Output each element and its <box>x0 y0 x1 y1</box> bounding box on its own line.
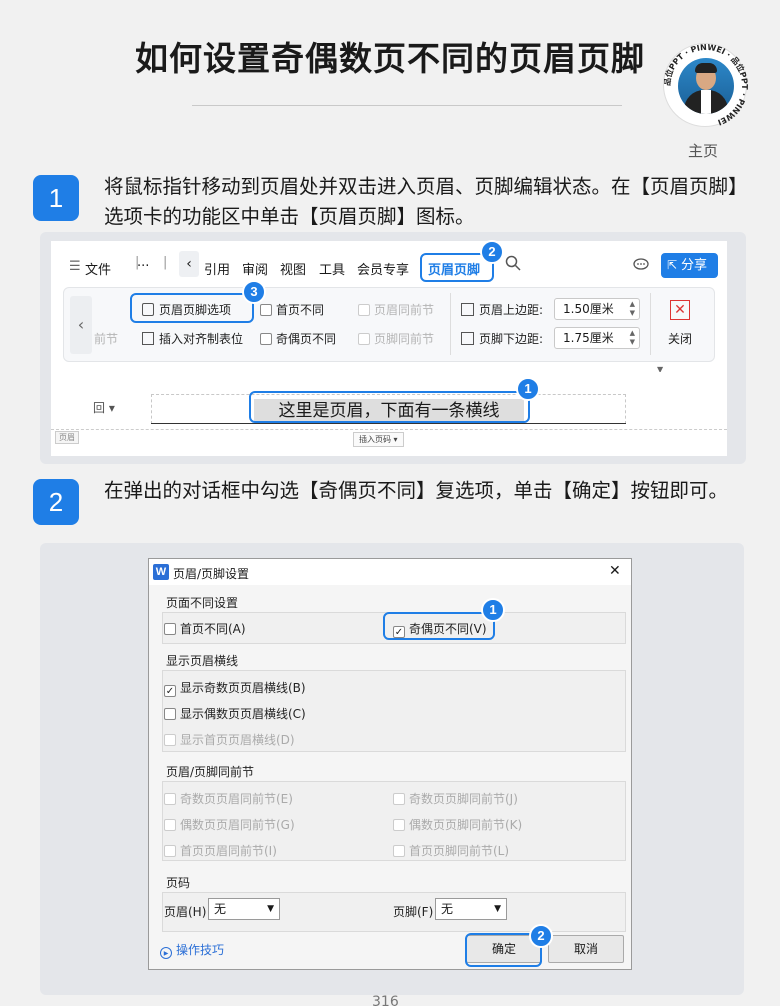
header-top-margin-label: 页眉上边距: <box>461 301 543 318</box>
cloud-icon[interactable] <box>633 257 649 275</box>
avatar[interactable]: 品位PPT · PINWEI · 品位PPT · PINWEI <box>663 43 748 127</box>
cancel-button[interactable]: 取消 <box>548 935 624 963</box>
footer-bottom-margin-label: 页脚下边距: <box>461 330 543 347</box>
more-icon[interactable]: ··· <box>137 259 149 274</box>
highlight-options-button <box>130 293 254 323</box>
header-line <box>151 423 626 424</box>
callout-2b: 2 <box>529 924 553 948</box>
even-header-same-checkbox[interactable]: 偶数页页眉同前节(G) <box>164 816 295 833</box>
tab-file[interactable]: 文件 <box>85 259 111 278</box>
home-link[interactable]: 主页 <box>688 140 718 161</box>
share-icon: ⇱ <box>667 258 678 272</box>
footer-margin-icon <box>461 332 474 345</box>
tab-scroll-left-icon[interactable]: ‹ <box>179 251 199 277</box>
title-divider <box>192 105 622 106</box>
menu-icon[interactable]: ☰ <box>69 259 81 274</box>
close-header-footer-icon[interactable]: ✕ <box>670 300 690 320</box>
tab-tools[interactable]: 工具 <box>319 259 345 278</box>
dialog-titlebar: W 页眉/页脚设置 ✕ <box>149 559 631 585</box>
close-header-footer-button[interactable]: 关闭 <box>668 330 692 347</box>
footer-pageno-select[interactable]: 无 <box>435 898 507 920</box>
first-footer-same-checkbox[interactable]: 首页页脚同前节(L) <box>393 842 509 859</box>
show-odd-line-checkbox[interactable]: 显示奇数页页眉横线(B) <box>164 679 306 697</box>
callout-1: 1 <box>516 377 540 401</box>
dialog-title: 页眉/页脚设置 <box>173 567 250 581</box>
header-margin-icon <box>461 303 474 316</box>
odd-even-diff-checkbox[interactable]: 奇偶页不同 <box>260 330 336 347</box>
tab-bar: ☰ 文件 | ··· | ‹ 引用 审阅 视图 工具 会员专享 页眉页脚 ⇱ 分… <box>51 241 727 289</box>
highlight-odd-even-checkbox <box>383 612 495 640</box>
tab-member[interactable]: 会员专享 <box>357 259 409 278</box>
step-2-text: 在弹出的对话框中勾选【奇偶页不同】复选项，单击【确定】按钮即可。 <box>104 479 729 502</box>
odd-footer-same-checkbox[interactable]: 奇数页页脚同前节(J) <box>393 790 518 807</box>
first-page-diff-checkbox[interactable]: 首页不同 <box>260 301 324 318</box>
wps-logo-icon: W <box>153 564 169 580</box>
tab-review[interactable]: 审阅 <box>242 259 268 278</box>
page-number: 316 <box>372 994 399 1006</box>
search-icon[interactable] <box>505 255 521 275</box>
first-header-same-checkbox[interactable]: 首页页眉同前节(I) <box>164 842 277 859</box>
group-lines-title: 显示页眉横线 <box>166 654 239 668</box>
show-even-line-checkbox[interactable]: 显示偶数页页眉横线(C) <box>164 705 306 722</box>
footer-bottom-margin-input[interactable]: 1.75厘米 ▲ ▼ <box>554 327 640 349</box>
ribbon-scroll-left-icon[interactable]: ‹ <box>70 296 92 354</box>
play-icon: ▶ <box>160 947 172 959</box>
odd-header-same-checkbox[interactable]: 奇数页页眉同前节(E) <box>164 790 293 807</box>
show-first-line-checkbox[interactable]: 显示首页页眉横线(D) <box>164 731 295 748</box>
group-pageno-title: 页码 <box>166 876 191 890</box>
step-1-text: 将鼠标指针移动到页眉处并双击进入页眉、页脚编辑状态。在【页眉页脚】选项卡的功能区… <box>104 175 738 228</box>
callout-1b: 1 <box>481 598 505 622</box>
highlight-header-text <box>249 391 530 423</box>
avatar-photo <box>678 58 734 114</box>
prev-section-button[interactable]: 前节 <box>94 330 118 347</box>
tab-reference[interactable]: 引用 <box>204 259 230 278</box>
insert-page-number-button[interactable]: 插入页码 ▾ <box>353 432 404 447</box>
align-tab-icon <box>142 332 154 345</box>
paragraph-selector[interactable]: 回 ▾ <box>93 399 115 416</box>
insert-align-tab-button[interactable]: 插入对齐制表位 <box>142 330 243 347</box>
page-title: 如何设置奇偶数页不同的页眉页脚 <box>135 39 645 78</box>
tips-link[interactable]: ▶ 操作技巧 <box>160 941 224 959</box>
header-same-prev-checkbox[interactable]: 页眉同前节 <box>358 301 434 318</box>
footer-pageno-label: 页脚(F) <box>393 905 434 919</box>
header-pageno-select[interactable]: 无 <box>208 898 280 920</box>
callout-2: 2 <box>480 240 504 264</box>
share-button[interactable]: ⇱ 分享 <box>661 253 718 278</box>
first-page-diff-checkbox-dlg[interactable]: 首页不同(A) <box>164 620 246 637</box>
footer-same-prev-checkbox[interactable]: 页脚同前节 <box>358 330 434 347</box>
tab-view[interactable]: 视图 <box>280 259 306 278</box>
even-footer-same-checkbox[interactable]: 偶数页页脚同前节(K) <box>393 816 522 833</box>
step-2-badge: 2 <box>33 479 79 525</box>
header-tag: 页眉 <box>55 431 79 444</box>
header-top-margin-input[interactable]: 1.50厘米 ▲ ▼ <box>554 298 640 320</box>
group-diff-title: 页面不同设置 <box>166 596 239 610</box>
wps-toolbar-screenshot: ☰ 文件 | ··· | ‹ 引用 审阅 视图 工具 会员专享 页眉页脚 ⇱ 分… <box>51 241 727 456</box>
dialog-close-icon[interactable]: ✕ <box>609 563 621 579</box>
header-pageno-label: 页眉(H) <box>164 905 207 919</box>
group-same-title: 页眉/页脚同前节 <box>166 765 255 779</box>
callout-3: 3 <box>242 280 266 304</box>
step-1-badge: 1 <box>33 175 79 221</box>
